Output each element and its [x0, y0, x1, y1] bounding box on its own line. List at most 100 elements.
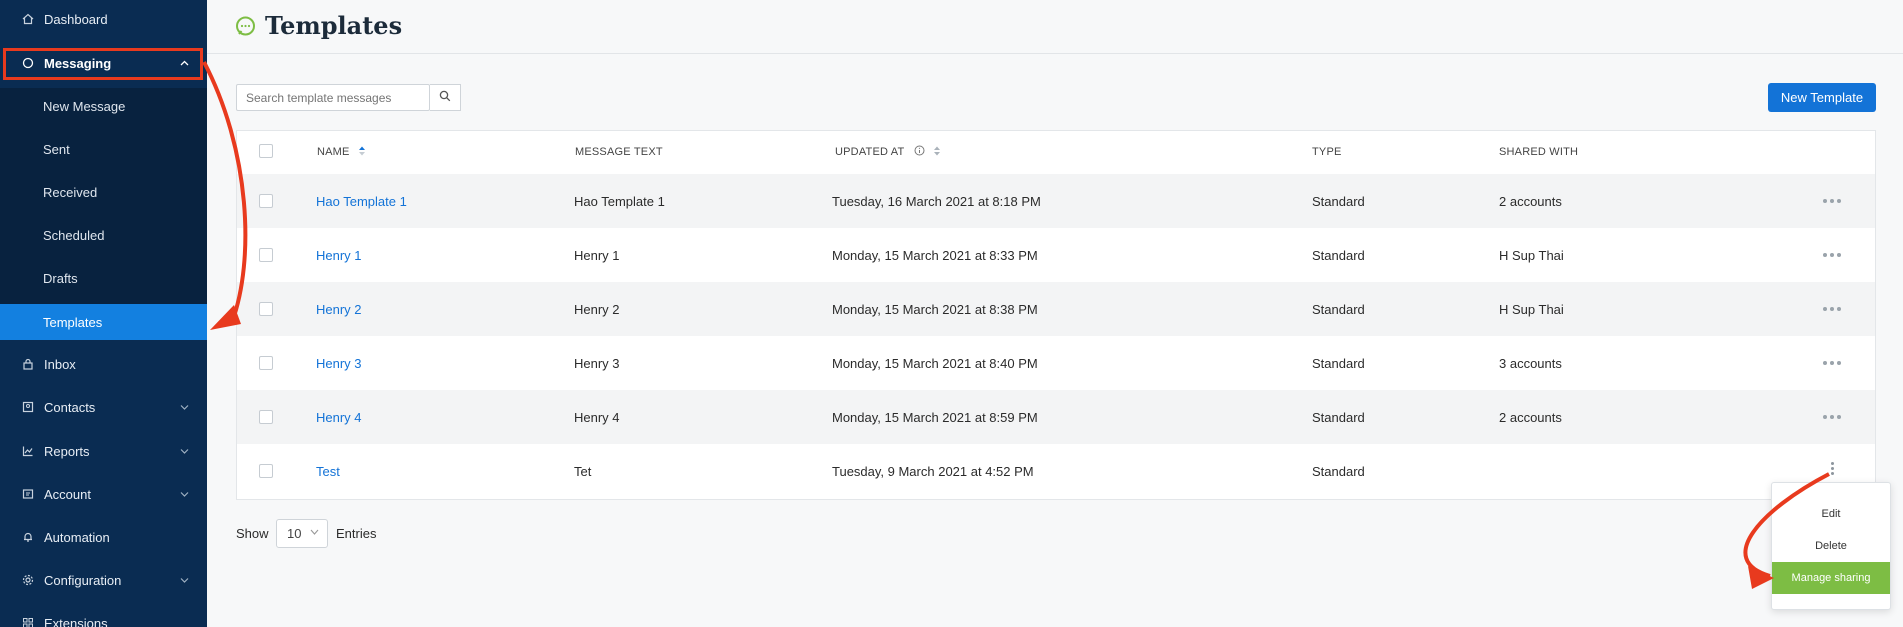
message-text-cell: Henry 1	[574, 247, 620, 263]
row-checkbox[interactable]	[259, 194, 273, 208]
sidebar-item-label: Sent	[43, 141, 70, 157]
column-header-message-text: MESSAGE TEXT	[575, 146, 663, 158]
template-name-link[interactable]: Henry 4	[316, 390, 362, 444]
sidebar-item-label: Account	[44, 486, 91, 502]
show-label: Show	[236, 526, 269, 541]
message-text-cell: Henry 3	[574, 355, 620, 371]
template-name-link[interactable]: Henry 2	[316, 282, 362, 336]
page-size-select[interactable]: 10	[276, 519, 328, 548]
chevron-down-icon	[180, 489, 189, 500]
sidebar-item-inbox[interactable]: Inbox	[0, 346, 207, 382]
updated-at-cell: Monday, 15 March 2021 at 8:38 PM	[832, 301, 1038, 317]
lock-icon	[21, 357, 35, 371]
column-header-updated-at[interactable]: UPDATED AT	[835, 131, 941, 173]
page-size-value: 10	[287, 526, 302, 541]
table-row: Henry 4 Henry 4 Monday, 15 March 2021 at…	[237, 390, 1875, 444]
row-actions-icon[interactable]	[1823, 361, 1841, 365]
shared-with-cell: 2 accounts	[1499, 409, 1562, 425]
row-actions-icon[interactable]	[1823, 199, 1841, 203]
row-actions-icon[interactable]	[1823, 253, 1841, 257]
shared-with-cell: 3 accounts	[1499, 355, 1562, 371]
sidebar-item-label: Contacts	[44, 399, 96, 415]
sidebar-item-received[interactable]: Received	[0, 174, 207, 210]
table-row: Test Tet Tuesday, 9 March 2021 at 4:52 P…	[237, 444, 1875, 498]
templates-table: NAME MESSAGE TEXT UPDATED AT TYPE SHARED…	[236, 130, 1876, 500]
messaging-highlight-box	[3, 48, 203, 80]
message-text-cell: Henry 4	[574, 409, 620, 425]
type-cell: Standard	[1312, 409, 1365, 425]
search-button[interactable]	[430, 84, 461, 111]
chevron-down-icon	[180, 402, 189, 413]
type-cell: Standard	[1312, 355, 1365, 371]
sidebar: Dashboard Messaging New Message Sent Rec…	[0, 0, 207, 627]
page-header: Templates	[207, 0, 1903, 54]
sidebar-item-reports[interactable]: Reports	[0, 433, 207, 469]
sidebar-item-label: Automation	[44, 529, 110, 545]
sidebar-item-configuration[interactable]: Configuration	[0, 562, 207, 598]
menu-item-manage-sharing[interactable]: Manage sharing	[1772, 562, 1890, 594]
account-card-icon	[21, 487, 35, 501]
sidebar-item-automation[interactable]: Automation	[0, 519, 207, 555]
sidebar-item-contacts[interactable]: Contacts	[0, 389, 207, 425]
sidebar-item-label: Templates	[43, 314, 103, 330]
row-actions-icon[interactable]	[1823, 415, 1841, 419]
row-actions-icon[interactable]	[1823, 307, 1841, 311]
chart-icon	[21, 444, 35, 458]
updated-at-cell: Tuesday, 16 March 2021 at 8:18 PM	[832, 193, 1041, 209]
row-checkbox[interactable]	[259, 410, 273, 424]
template-name-link[interactable]: Hao Template 1	[316, 174, 407, 228]
sidebar-item-label: Reports	[44, 443, 90, 459]
sidebar-item-label: Scheduled	[43, 227, 105, 243]
page-title: Templates	[265, 11, 403, 40]
select-all-checkbox[interactable]	[259, 144, 273, 158]
bell-icon	[21, 530, 35, 544]
table-row: Henry 1 Henry 1 Monday, 15 March 2021 at…	[237, 228, 1875, 282]
sidebar-item-account[interactable]: Account	[0, 476, 207, 512]
type-cell: Standard	[1312, 301, 1365, 317]
row-checkbox[interactable]	[259, 464, 273, 478]
shared-with-cell: H Sup Thai	[1499, 301, 1564, 317]
type-cell: Standard	[1312, 463, 1365, 479]
row-checkbox[interactable]	[259, 302, 273, 316]
chevron-down-icon	[180, 575, 189, 586]
chat-bubble-icon	[235, 16, 256, 42]
shared-with-cell: H Sup Thai	[1499, 247, 1564, 263]
sidebar-item-templates[interactable]: Templates	[0, 304, 207, 340]
updated-at-cell: Monday, 15 March 2021 at 8:59 PM	[832, 409, 1038, 425]
search-input[interactable]	[237, 85, 427, 110]
template-name-link[interactable]: Test	[316, 444, 340, 498]
row-checkbox[interactable]	[259, 356, 273, 370]
sidebar-item-extensions[interactable]: Extensions	[0, 605, 207, 627]
table-row: Henry 3 Henry 3 Monday, 15 March 2021 at…	[237, 336, 1875, 390]
row-actions-icon[interactable]	[1831, 462, 1834, 475]
message-text-cell: Hao Template 1	[574, 193, 665, 209]
column-header-shared-with: SHARED WITH	[1499, 146, 1579, 158]
updated-at-cell: Monday, 15 March 2021 at 8:33 PM	[832, 247, 1038, 263]
home-icon	[21, 12, 35, 26]
column-header-type: TYPE	[1312, 146, 1342, 158]
sidebar-item-new-message[interactable]: New Message	[0, 88, 207, 124]
template-name-link[interactable]: Henry 3	[316, 336, 362, 390]
menu-item-edit[interactable]: Edit	[1772, 498, 1890, 530]
column-header-name[interactable]: NAME	[317, 131, 366, 173]
sidebar-item-sent[interactable]: Sent	[0, 131, 207, 167]
sidebar-item-label: Drafts	[43, 270, 78, 286]
chevron-down-icon	[310, 527, 319, 538]
chevron-down-icon	[180, 446, 189, 457]
sidebar-item-scheduled[interactable]: Scheduled	[0, 217, 207, 253]
sidebar-item-label: Dashboard	[44, 11, 108, 27]
sidebar-item-label: Inbox	[44, 356, 76, 372]
template-name-link[interactable]: Henry 1	[316, 228, 362, 282]
info-icon	[914, 145, 925, 159]
updated-at-cell: Tuesday, 9 March 2021 at 4:52 PM	[832, 463, 1034, 479]
row-checkbox[interactable]	[259, 248, 273, 262]
sidebar-item-dashboard[interactable]: Dashboard	[0, 1, 207, 37]
table-row: Hao Template 1 Hao Template 1 Tuesday, 1…	[237, 174, 1875, 228]
menu-item-delete[interactable]: Delete	[1772, 530, 1890, 562]
sidebar-item-label: Extensions	[44, 615, 108, 627]
sidebar-item-label: Received	[43, 184, 98, 200]
sidebar-item-drafts[interactable]: Drafts	[0, 260, 207, 296]
new-template-button[interactable]: New Template	[1768, 83, 1876, 112]
message-text-cell: Henry 2	[574, 301, 620, 317]
entries-label: Entries	[336, 526, 377, 541]
